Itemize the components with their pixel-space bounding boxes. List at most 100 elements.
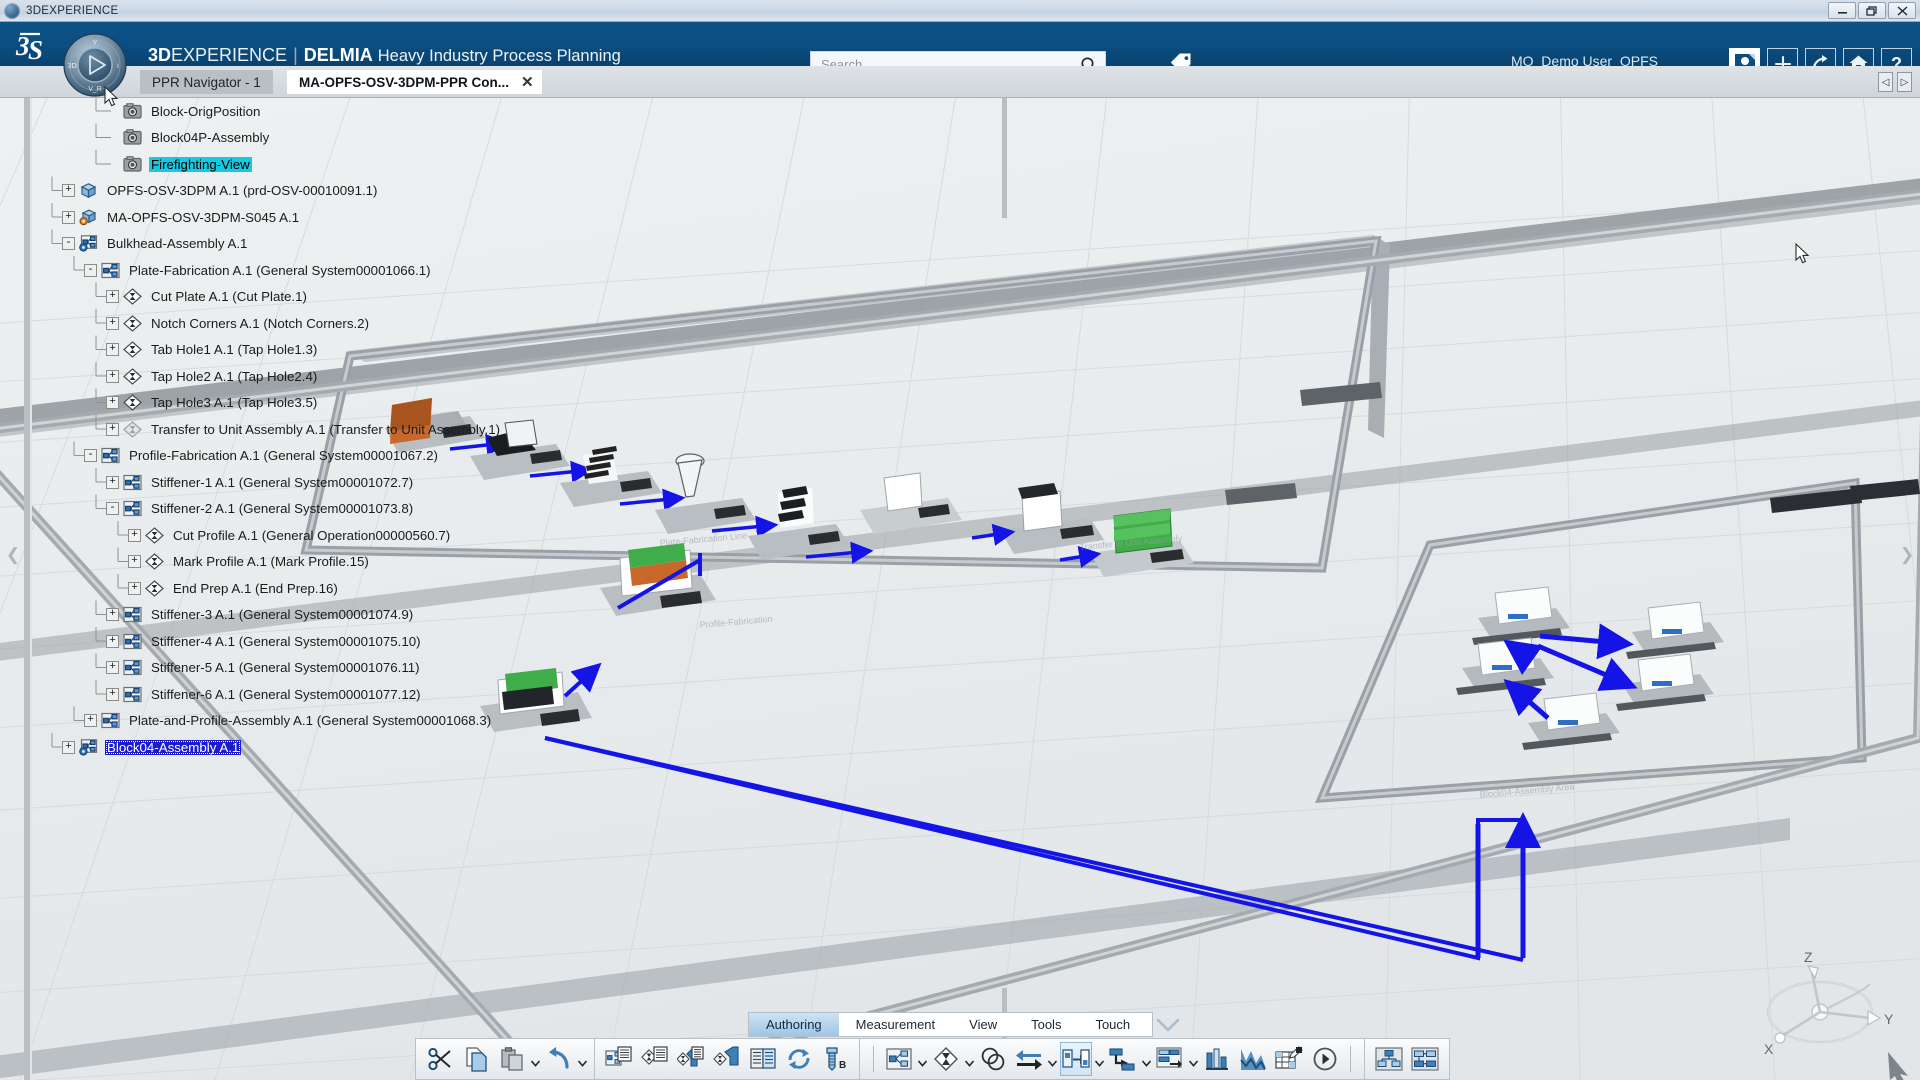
chevron-down-icon[interactable]	[1094, 1042, 1105, 1076]
tab-prev-button[interactable]: ◁	[1878, 72, 1893, 92]
swap-arrows-icon[interactable]	[1013, 1042, 1045, 1076]
tab-ma-opfs-osv-3dpm-ppr[interactable]: MA-OPFS-OSV-3DPM-PPR Con... ✕	[287, 70, 542, 94]
hierarchy-view-icon[interactable]	[1373, 1042, 1405, 1076]
tree-collapse-icon[interactable]: -	[84, 449, 97, 463]
chevron-down-icon[interactable]	[1141, 1042, 1152, 1076]
close-button[interactable]	[1888, 2, 1916, 19]
command-tab-bar[interactable]: Authoring Measurement View Tools Touch	[748, 1012, 1153, 1037]
link-operation-icon[interactable]	[711, 1042, 743, 1076]
tree-node[interactable]: Firefighting-View	[0, 151, 560, 178]
tree-node[interactable]: - Plate-Fabrication A.1 (General System0…	[0, 257, 560, 284]
tab-close-icon[interactable]: ✕	[521, 73, 534, 91]
tree-expand-icon[interactable]: +	[84, 714, 97, 728]
command-tab-measurement[interactable]: Measurement	[839, 1013, 952, 1036]
assign-resource-icon[interactable]	[1060, 1042, 1092, 1076]
chevron-down-icon[interactable]	[1047, 1042, 1058, 1076]
command-tab-view[interactable]: View	[952, 1013, 1014, 1036]
cut-scissors-icon[interactable]	[424, 1042, 456, 1076]
tree-collapse-icon[interactable]: -	[106, 502, 119, 516]
paste-icon[interactable]	[496, 1042, 528, 1076]
restore-button[interactable]	[1858, 2, 1886, 19]
action-toolbar[interactable]: B	[415, 1038, 1450, 1080]
tree-expand-icon[interactable]: +	[106, 422, 119, 436]
tree-collapse-icon[interactable]: -	[62, 237, 75, 251]
tree-expand-icon[interactable]: +	[62, 184, 75, 198]
tree-node[interactable]: - Stiffener-2 A.1 (General System0000107…	[0, 496, 560, 523]
tree-node[interactable]: + OPFS-OSV-3DPM A.1 (prd-OSV-00010091.1)	[0, 178, 560, 205]
tree-expand-icon[interactable]: +	[106, 661, 119, 675]
tree-node[interactable]: + MA-OPFS-OSV-3DPM-S045 A.1	[0, 204, 560, 231]
system-tree-icon[interactable]	[883, 1042, 915, 1076]
overlap-circles-icon[interactable]	[977, 1042, 1009, 1076]
command-tab-authoring[interactable]: Authoring	[749, 1013, 839, 1036]
tree-expand-icon[interactable]: +	[106, 475, 119, 489]
chevron-down-icon[interactable]	[1188, 1042, 1199, 1076]
command-tab-tools[interactable]: Tools	[1014, 1013, 1078, 1036]
bar-chart-icon[interactable]	[1201, 1042, 1233, 1076]
toolbar-group-0	[415, 1038, 595, 1080]
tree-node[interactable]: + Tap Hole3 A.1 (Tap Hole3.5)	[0, 390, 560, 417]
tree-node[interactable]: + Stiffener-1 A.1 (General System0000107…	[0, 469, 560, 496]
command-tab-touch[interactable]: Touch	[1078, 1013, 1147, 1036]
tree-node[interactable]: Block04P-Assembly	[0, 125, 560, 152]
chevron-down-icon[interactable]	[964, 1042, 975, 1076]
tree-node[interactable]: + Block04-Assembly A.1	[0, 734, 560, 761]
tree-node[interactable]: Block-OrigPosition	[0, 98, 560, 125]
fastener-icon[interactable]: B	[819, 1042, 851, 1076]
minimize-button[interactable]	[1828, 2, 1856, 19]
tree-expand-icon[interactable]: +	[106, 634, 119, 648]
tree-expand-icon[interactable]: +	[128, 555, 141, 569]
grid-edit-icon[interactable]	[1273, 1042, 1305, 1076]
operation-icon	[123, 314, 142, 332]
transfer-settings-icon[interactable]	[1154, 1042, 1186, 1076]
tree-node[interactable]: + Plate-and-Profile-Assembly A.1 (Genera…	[0, 708, 560, 735]
precedence-link-icon[interactable]	[1107, 1042, 1139, 1076]
tree-node[interactable]: + Notch Corners A.1 (Notch Corners.2)	[0, 310, 560, 337]
tree-node[interactable]: + Stiffener-4 A.1 (General System0000107…	[0, 628, 560, 655]
create-operation-icon[interactable]	[639, 1042, 671, 1076]
play-next-icon[interactable]	[1309, 1042, 1341, 1076]
tree-expand-icon[interactable]: +	[106, 608, 119, 622]
chevron-down-icon[interactable]	[917, 1042, 928, 1076]
tree-collapse-icon[interactable]: -	[84, 263, 97, 277]
ppr-tree[interactable]: Block-OrigPosition Block04P-Assembly Fir…	[0, 98, 560, 761]
undo-icon[interactable]	[543, 1042, 575, 1076]
tree-expand-icon[interactable]: +	[106, 290, 119, 304]
tree-node[interactable]: + Stiffener-5 A.1 (General System0000107…	[0, 655, 560, 682]
tree-node[interactable]: + Mark Profile A.1 (Mark Profile.15)	[0, 549, 560, 576]
command-bar-collapse-icon[interactable]	[1152, 1012, 1184, 1037]
create-system-icon[interactable]	[603, 1042, 635, 1076]
line-chart-icon[interactable]	[1237, 1042, 1269, 1076]
tree-node[interactable]: + Cut Plate A.1 (Cut Plate.1)	[0, 284, 560, 311]
tree-expand-icon[interactable]: +	[106, 343, 119, 357]
tree-node[interactable]: + Transfer to Unit Assembly A.1 (Transfe…	[0, 416, 560, 443]
tree-node[interactable]: + Stiffener-3 A.1 (General System0000107…	[0, 602, 560, 629]
chevron-down-icon[interactable]	[577, 1042, 588, 1076]
tree-node[interactable]: + Tab Hole1 A.1 (Tap Hole1.3)	[0, 337, 560, 364]
insert-operation-icon[interactable]	[675, 1042, 707, 1076]
tree-expand-icon[interactable]: +	[128, 581, 141, 595]
reorder-icon[interactable]	[747, 1042, 779, 1076]
chevron-down-icon[interactable]	[530, 1042, 541, 1076]
tree-node[interactable]: - Bulkhead-Assembly A.1	[0, 231, 560, 258]
tree-expand-icon[interactable]: +	[106, 316, 119, 330]
tree-expand-icon[interactable]: +	[62, 740, 75, 754]
right-panel-collapse-handle[interactable]: ❯	[1898, 538, 1916, 572]
copy-icon[interactable]	[460, 1042, 492, 1076]
operation-diamond-icon[interactable]	[930, 1042, 962, 1076]
flow-view-icon[interactable]	[1409, 1042, 1441, 1076]
tree-expand-icon[interactable]: +	[106, 687, 119, 701]
tab-ppr-navigator[interactable]: PPR Navigator - 1	[140, 70, 273, 94]
refresh-icon[interactable]	[783, 1042, 815, 1076]
tree-node[interactable]: + Tap Hole2 A.1 (Tap Hole2.4)	[0, 363, 560, 390]
tree-expand-icon[interactable]: +	[106, 396, 119, 410]
tree-node[interactable]: - Profile-Fabrication A.1 (General Syste…	[0, 443, 560, 470]
tree-node[interactable]: + End Prep A.1 (End Prep.16)	[0, 575, 560, 602]
tree-node-label: Block04P-Assembly	[151, 130, 270, 146]
tree-expand-icon[interactable]: +	[106, 369, 119, 383]
tree-expand-icon[interactable]: +	[128, 528, 141, 542]
tree-node[interactable]: + Stiffener-6 A.1 (General System0000107…	[0, 681, 560, 708]
tree-node[interactable]: + Cut Profile A.1 (General Operation0000…	[0, 522, 560, 549]
tab-next-button[interactable]: ▷	[1897, 72, 1912, 92]
tree-expand-icon[interactable]: +	[62, 210, 75, 224]
